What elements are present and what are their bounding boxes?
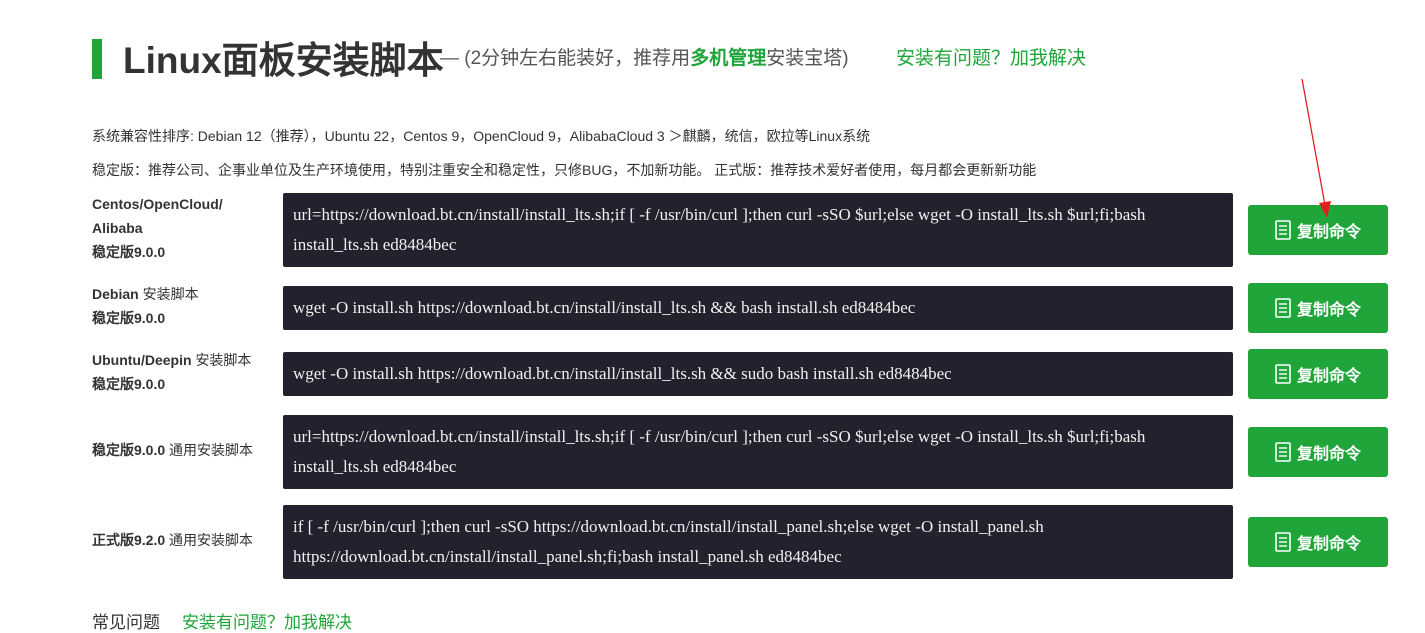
command-text[interactable]: url=https://download.bt.cn/install/insta… <box>293 422 1223 482</box>
row-label-ubuntu: Ubuntu/Deepin 安装脚本 稳定版9.0.0 <box>92 348 251 396</box>
row-label-line: Debian 安装脚本 <box>92 282 199 306</box>
copy-command-button-debian[interactable]: 复制命令 <box>1248 283 1388 333</box>
command-box-ubuntu[interactable]: wget -O install.sh https://download.bt.c… <box>283 352 1233 396</box>
row-label-line: Alibaba <box>92 220 143 236</box>
version-description: 稳定版：推荐公司、企事业单位及生产环境使用，特别注重安全和稳定性，只修BUG，不… <box>92 162 1037 178</box>
command-text[interactable]: wget -O install.sh https://download.bt.c… <box>293 293 915 323</box>
row-label-suffix: 安装脚本 <box>142 286 199 302</box>
copy-command-button-release-generic[interactable]: 复制命令 <box>1248 517 1388 567</box>
document-copy-icon <box>1275 532 1291 552</box>
command-text[interactable]: wget -O install.sh https://download.bt.c… <box>293 359 952 389</box>
page-subtitle: — (2分钟左右能装好，推荐用多机管理安装宝塔) <box>440 43 849 70</box>
copy-command-button-stable-generic[interactable]: 复制命令 <box>1248 427 1388 477</box>
command-box-stable-generic[interactable]: url=https://download.bt.cn/install/insta… <box>283 415 1233 489</box>
row-label-os: Debian <box>92 286 143 302</box>
row-label-line: Ubuntu/Deepin 安装脚本 <box>92 348 251 372</box>
command-text[interactable]: url=https://download.bt.cn/install/insta… <box>293 200 1223 260</box>
page-title: Linux面板安装脚本 <box>123 40 444 81</box>
row-label-debian: Debian 安装脚本 稳定版9.0.0 <box>92 282 199 330</box>
compatibility-text: 系统兼容性排序: Debian 12（推荐），Ubuntu 22，Centos … <box>92 128 871 144</box>
document-copy-icon <box>1275 298 1291 318</box>
document-copy-icon <box>1275 364 1291 384</box>
copy-button-label: 复制命令 <box>1296 446 1361 463</box>
subtitle-highlight[interactable]: 多机管理 <box>690 48 766 69</box>
row-label-os: Ubuntu/Deepin <box>92 352 196 368</box>
copy-button-label: 复制命令 <box>1296 368 1361 385</box>
row-label-suffix: 安装脚本 <box>195 352 252 368</box>
command-box-release-generic[interactable]: if [ -f /usr/bin/curl ];then curl -sSO h… <box>283 505 1233 579</box>
faq-line: 常见问题 安装有问题？加我解决 <box>92 608 352 633</box>
copy-command-button-ubuntu[interactable]: 复制命令 <box>1248 349 1388 399</box>
document-copy-icon <box>1275 442 1291 462</box>
command-box-debian[interactable]: wget -O install.sh https://download.bt.c… <box>283 286 1233 330</box>
copy-button-label: 复制命令 <box>1296 536 1361 553</box>
command-text[interactable]: if [ -f /usr/bin/curl ];then curl -sSO h… <box>293 512 1223 572</box>
document-copy-icon <box>1275 220 1291 240</box>
help-link[interactable]: 安装有问题？加我解决 <box>896 43 1086 70</box>
row-label-release-generic: 正式版9.2.0 通用安装脚本 <box>92 528 253 552</box>
copy-command-button-centos[interactable]: 复制命令 <box>1248 205 1388 255</box>
copy-button-label: 复制命令 <box>1296 302 1361 319</box>
copy-button-label: 复制命令 <box>1296 224 1361 241</box>
row-label-suffix: 通用安装脚本 <box>169 442 254 458</box>
title-accent-bar <box>92 39 102 79</box>
row-label-suffix: 通用安装脚本 <box>169 532 254 548</box>
row-label-version: 稳定版9.0.0 <box>92 376 166 392</box>
row-label-stable-generic: 稳定版9.0.0 通用安装脚本 <box>92 438 253 462</box>
command-box-centos[interactable]: url=https://download.bt.cn/install/insta… <box>283 193 1233 267</box>
row-label-line: 稳定版9.0.0 通用安装脚本 <box>92 438 253 462</box>
row-label-line: 正式版9.2.0 通用安装脚本 <box>92 528 253 552</box>
subtitle-prefix: — (2分钟左右能装好，推荐用 <box>440 48 691 69</box>
row-label-version: 稳定版9.0.0 <box>92 442 170 458</box>
faq-help-link[interactable]: 安装有问题？加我解决 <box>182 613 352 632</box>
row-label-version: 稳定版9.0.0 <box>92 310 166 326</box>
row-label-version: 正式版9.2.0 <box>92 532 170 548</box>
row-label-version: 稳定版9.0.0 <box>92 244 166 260</box>
subtitle-suffix: 安装宝塔) <box>766 48 849 69</box>
faq-label: 常见问题 <box>92 613 160 632</box>
row-label-centos: Centos/OpenCloud/ Alibaba 稳定版9.0.0 <box>92 192 223 264</box>
row-label-line: Centos/OpenCloud/ <box>92 196 223 212</box>
